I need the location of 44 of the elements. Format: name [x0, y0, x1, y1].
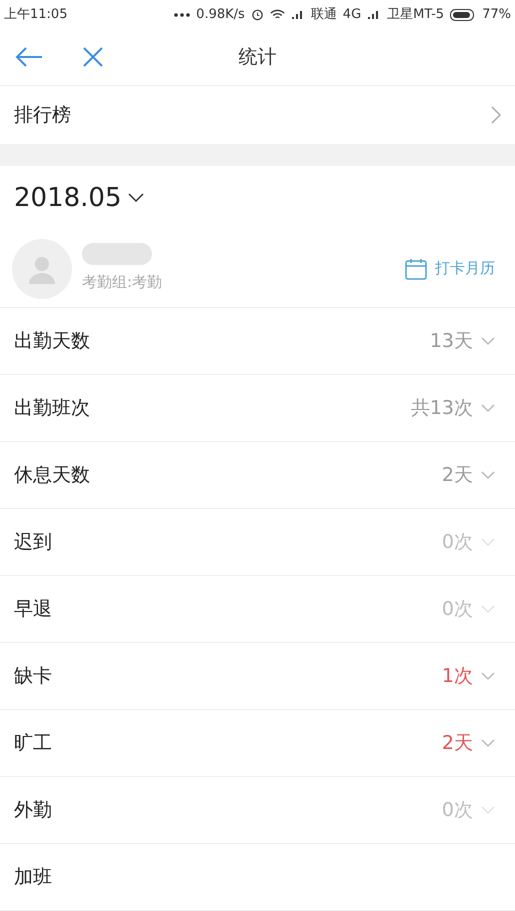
group-label: 考勤组:考勤 [82, 272, 162, 294]
chevron-down-icon [481, 738, 495, 747]
battery-percent: 77% [482, 6, 511, 24]
stat-row[interactable]: 早退 0次 [0, 576, 515, 643]
dots-icon [174, 12, 190, 17]
chevron-down-icon [481, 672, 495, 680]
wifi-icon [270, 8, 285, 21]
ranking-row[interactable]: 排行榜 [0, 86, 515, 144]
chevron-down-icon [481, 806, 495, 814]
chevron-down-icon [481, 336, 495, 345]
stat-value: 13天 [430, 328, 473, 354]
stat-value: 共13次 [410, 396, 473, 421]
stat-value: 0次 [442, 596, 473, 622]
chevron-down-icon [128, 193, 144, 204]
carrier-name: 卫星MT-5 [387, 6, 444, 24]
battery-icon [450, 8, 476, 21]
carrier-name: 联通 [310, 6, 337, 24]
status-time: 上午11:05 [4, 6, 68, 24]
stat-value: 2天 [442, 730, 473, 756]
calendar-icon [405, 258, 427, 280]
stat-row[interactable]: 缺卡 1次 [0, 642, 515, 710]
stat-row[interactable]: 迟到 0次 [0, 508, 515, 576]
chevron-down-icon [481, 538, 495, 546]
blurred-name [82, 243, 152, 266]
stat-row[interactable]: 旷工 2天 [0, 710, 515, 777]
stat-row[interactable]: 出勤天数 13天 [0, 308, 515, 375]
signal-icon [290, 9, 305, 20]
stat-row[interactable]: 出勤班次 共13次 [0, 374, 515, 442]
chevron-down-icon [481, 604, 495, 613]
chevron-down-icon [481, 470, 495, 479]
stat-row[interactable]: 外勤 0次 [0, 776, 515, 844]
page-title: 统计 [238, 44, 276, 70]
stat-row[interactable]: 休息天数 2天 [0, 442, 515, 509]
chevron-down-icon [481, 404, 495, 412]
stat-value: 1次 [442, 664, 473, 689]
alarm-icon [250, 8, 264, 22]
network-type: 4G [342, 6, 362, 24]
stat-row[interactable]: 加班 [0, 844, 515, 911]
month-selector[interactable]: 2018.05 [0, 166, 158, 230]
stat-value: 0次 [442, 530, 473, 555]
chevron-right-icon [491, 106, 501, 124]
stat-value: 2天 [442, 462, 473, 488]
stat-value: 0次 [442, 798, 473, 823]
network-speed: 0.98K/s [196, 6, 245, 24]
